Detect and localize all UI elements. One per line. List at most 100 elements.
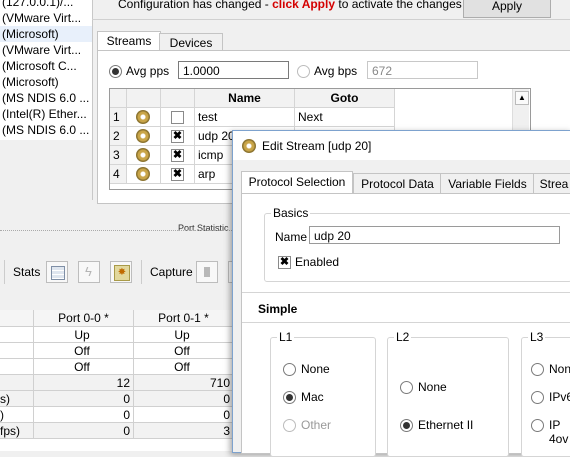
stats-row-label: fps) <box>0 423 34 439</box>
stream-enabled-checkbox[interactable]: ✖ <box>171 130 184 143</box>
stats-row-label <box>0 343 34 359</box>
scroll-up-arrow-icon[interactable]: ▲ <box>515 91 529 105</box>
stream-enabled-cell: ✖ <box>161 146 195 165</box>
port-list-item[interactable]: (Microsoft) <box>0 26 92 42</box>
stats-header-port-0-0[interactable]: Port 0-0 * <box>34 310 134 327</box>
dialog-titlebar[interactable]: Edit Stream [udp 20] <box>233 131 570 160</box>
avg-bps-label: Avg bps <box>314 64 358 78</box>
port-list-item[interactable]: (MS NDIS 6.0 ... <box>0 122 92 138</box>
stats-cell-port-0-1: Up <box>134 327 234 343</box>
toolbar-separator <box>4 260 5 284</box>
config-message-highlight: click Apply <box>272 0 336 11</box>
stream-row-icon-cell <box>127 108 161 127</box>
simple-title: Simple <box>258 302 298 316</box>
stats-label: Stats <box>13 265 41 279</box>
stream-row-number: 1 <box>110 108 127 127</box>
stream-header-enabled <box>161 89 195 108</box>
gear-icon <box>136 110 150 124</box>
stream-enabled-cell: ✖ <box>161 165 195 184</box>
stats-cell-port-0-1: Off <box>134 343 234 359</box>
stats-header-port-0-1[interactable]: Port 0-1 * <box>134 310 234 327</box>
port-list-item[interactable]: (Microsoft C... <box>0 58 92 74</box>
table-icon <box>51 266 65 280</box>
port-list-item[interactable]: (127.0.0.1)/... <box>0 0 92 10</box>
l1-other-label: Other <box>301 418 332 432</box>
stats-cell-port-0-0: Up <box>34 327 134 343</box>
stream-enabled-checkbox[interactable]: ✖ <box>171 168 184 181</box>
avg-pps-radio[interactable] <box>109 65 122 78</box>
port-list-item[interactable]: (VMware Virt... <box>0 10 92 26</box>
stats-cell-port-0-0: 12 <box>34 375 134 391</box>
stats-cell-port-0-0: 0 <box>34 423 134 439</box>
l2-none-radio[interactable] <box>400 381 413 394</box>
stream-row-icon-cell <box>127 127 161 146</box>
stats-cell-port-0-0: Off <box>34 343 134 359</box>
dialog-title: Edit Stream [udp 20] <box>262 139 372 153</box>
l2-ethernet-ii-radio[interactable] <box>400 419 413 432</box>
gear-icon <box>136 167 150 181</box>
tab-stream-control[interactable]: Strea <box>533 173 570 194</box>
stream-enabled-checkbox[interactable] <box>171 111 184 124</box>
l2-group: L2 None Ethernet II <box>387 330 509 457</box>
stream-header-icon <box>127 89 161 108</box>
stream-enabled-cell <box>161 108 195 127</box>
l1-mac-radio[interactable] <box>283 391 296 404</box>
capture-start-button[interactable] <box>196 261 218 283</box>
port-list[interactable]: (127.0.0.1)/... (VMware Virt... (Microso… <box>0 0 92 140</box>
avg-pps-label: Avg pps <box>126 64 170 78</box>
port-list-border <box>92 0 93 200</box>
l1-group: L1 None Mac Other <box>270 330 376 457</box>
stream-header-name[interactable]: Name <box>195 89 295 108</box>
stream-goto-cell[interactable]: Next <box>295 108 395 127</box>
l2-none-label: None <box>418 380 447 394</box>
tab-streams[interactable]: Streams <box>97 31 161 51</box>
l2-title: L2 <box>394 330 412 344</box>
stream-enabled-checkbox[interactable]: ✖ <box>171 149 184 162</box>
l3-none-label: None <box>549 362 570 376</box>
basics-title: Basics <box>271 206 311 220</box>
port-list-item[interactable]: (MS NDIS 6.0 ... <box>0 90 92 106</box>
apply-button[interactable]: Apply <box>463 0 551 18</box>
name-label: Name <box>275 230 308 244</box>
avg-bps-radio[interactable] <box>297 65 310 78</box>
stream-name-input[interactable]: udp 20 <box>309 226 560 244</box>
port-list-item[interactable]: (Intel(R) Ether... <box>0 106 92 122</box>
stats-cell-port-0-1: 0 <box>134 391 234 407</box>
gear-icon <box>136 148 150 162</box>
l1-none-radio[interactable] <box>283 363 296 376</box>
port-list-item[interactable]: (Microsoft) <box>0 74 92 90</box>
stats-row-label: ) <box>0 407 34 423</box>
stream-header-goto[interactable]: Goto <box>295 89 395 108</box>
l3-ipv6-radio[interactable] <box>531 391 544 404</box>
stream-row-icon-cell <box>127 146 161 165</box>
stats-row-label: s) <box>0 391 34 407</box>
stream-row-number: 3 <box>110 146 127 165</box>
tab-protocol-selection[interactable]: Protocol Selection <box>241 171 353 195</box>
stream-name-cell[interactable]: test <box>195 108 295 127</box>
stats-row-label <box>0 359 34 375</box>
stats-row-label <box>0 327 34 343</box>
splitter-dots[interactable] <box>0 230 232 231</box>
avg-pps-input[interactable]: 1.0000 <box>178 61 289 79</box>
l3-none-radio[interactable] <box>531 363 544 376</box>
config-changed-message: Configuration has changed - click Apply … <box>118 0 462 11</box>
stats-header-row: Port 0-0 * Port 0-1 * <box>0 310 234 327</box>
enabled-checkbox[interactable]: ✖ <box>278 256 291 269</box>
l1-other-radio[interactable] <box>283 419 296 432</box>
stats-button[interactable] <box>46 261 68 283</box>
tab-protocol-data[interactable]: Protocol Data <box>353 173 442 194</box>
stream-row-number: 2 <box>110 127 127 146</box>
stream-row-icon-cell <box>127 165 161 184</box>
speaker-icon <box>204 267 210 277</box>
protocol-selection-panel: Basics Name udp 20 ✖ Enabled Simple L1 N… <box>241 193 570 457</box>
section-divider <box>242 322 570 323</box>
clear-stats-button[interactable]: ϟ <box>78 261 100 283</box>
port-list-item[interactable]: (VMware Virt... <box>0 42 92 58</box>
avg-bps-input[interactable]: 672 <box>367 61 478 79</box>
stats-cell-port-0-1: 0 <box>134 407 234 423</box>
tab-variable-fields[interactable]: Variable Fields <box>440 173 535 194</box>
star-stats-button[interactable]: ✸ <box>110 261 132 283</box>
config-message-prefix: Configuration has changed - <box>118 0 273 11</box>
l3-ip4ov-radio[interactable] <box>531 419 544 432</box>
stats-cell-port-0-1: Off <box>134 359 234 375</box>
